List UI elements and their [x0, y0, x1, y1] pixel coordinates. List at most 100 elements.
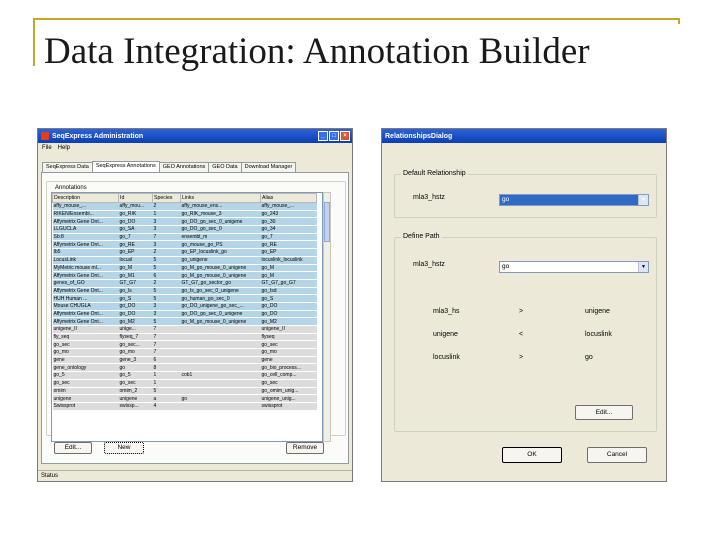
table-row[interactable]: RIKEN/Ensembl... go_RIK 1 go_RIK_mouse_3 go_… — [52, 210, 317, 219]
cell-links: go_RIK_mouse_3 — [180, 210, 261, 219]
table-row[interactable]: go_sec go_sec 1 go_sec — [52, 379, 317, 388]
remove-button[interactable]: Remove — [286, 442, 324, 454]
new-button[interactable]: New — [104, 442, 144, 454]
cell-description: LocusLink — [52, 256, 119, 265]
cell-species: 4 — [152, 402, 181, 411]
table-row[interactable]: go_5 go_5 1 cob1 go_cell_comp... — [52, 371, 317, 380]
table-row[interactable]: LLGUCLA go_SA 3 go_DO_go_sec_0 go_34 — [52, 225, 317, 234]
cell-links — [180, 387, 261, 396]
table-row[interactable]: Affymetrix Gene Ont... go_DO 3 go_DO_go_sec… — [52, 310, 317, 319]
path-edit-button[interactable]: Edit... — [575, 405, 633, 420]
cell-links: go_M_go_mouse_0_unigene — [180, 264, 261, 273]
cell-links — [180, 340, 261, 350]
status-bar: Status — [38, 470, 352, 481]
cell-links: affy_mouse_ens... — [180, 202, 261, 211]
table-scrollbar[interactable] — [323, 192, 331, 442]
minimize-icon[interactable]: _ — [318, 131, 328, 141]
cell-id: go_DO — [118, 310, 153, 319]
cell-species: 6 — [152, 271, 181, 280]
cell-alias: go_M — [260, 271, 317, 280]
cell-species: 3 — [152, 217, 181, 227]
cell-species: a — [152, 394, 181, 403]
scrollbar-thumb[interactable] — [324, 202, 330, 242]
menu-help[interactable]: Help — [58, 145, 70, 151]
default-relationship-select[interactable]: go ▼ — [499, 194, 649, 206]
cell-links: go_DO_go_sec_0_unigene — [180, 217, 261, 227]
chevron-down-icon[interactable]: ▼ — [638, 262, 648, 272]
column-header-description[interactable]: Description — [52, 193, 119, 203]
cell-description: go_sec — [52, 340, 119, 350]
menu-file[interactable]: File — [42, 145, 52, 151]
tab-seqexpress-data[interactable]: SeqExpress Data — [42, 162, 93, 172]
table-row[interactable]: HUH Human ... go_S 5 go_human_go_sec_0 go_S — [52, 294, 317, 303]
define-path-select[interactable]: go ▼ — [499, 261, 649, 273]
cell-species: 8 — [152, 363, 181, 373]
table-row[interactable]: unigene unigene a go unigene_unig... — [52, 394, 317, 403]
cell-alias: go_DO — [260, 310, 317, 319]
cell-description: gene_ontology — [52, 363, 119, 373]
chevron-down-icon[interactable]: ▼ — [638, 195, 648, 205]
cancel-button[interactable]: Cancel — [587, 447, 647, 463]
cell-links: go_M_go_mouse_0_unigene — [180, 271, 261, 280]
table-row[interactable]: go_mo go_mo 7 go_mo — [52, 348, 317, 357]
table-row[interactable]: Affymetrix Gene Ont... go_M2 5 go_M_go_mous… — [52, 317, 317, 326]
cell-alias: swissprot — [260, 402, 317, 411]
cell-links — [180, 325, 261, 334]
admin-titlebar[interactable]: SeqExpress Administration _ □ × — [38, 129, 352, 143]
table-row[interactable]: fly_seq flyseq_7 7 flyseq — [52, 333, 317, 342]
table-row[interactable]: Ib5 go_EP 2 go_EP_locuslink_go go_EP — [52, 248, 317, 257]
admin-window: SeqExpress Administration _ □ × File Hel… — [37, 128, 353, 482]
table-row[interactable]: Sb:8 go_7 7 ensembl_m go_7 — [52, 233, 317, 242]
tab-geo-data[interactable]: GEO Data — [208, 162, 242, 172]
dialog-title: RelationshipsDialog — [385, 132, 453, 140]
table-row[interactable]: affy_mouse_... affy_mou... 2 affy_mouse_ens… — [52, 202, 317, 211]
table-row[interactable]: Affymetrix Gene Ont... go_M1 6 go_M_go_mous… — [52, 271, 317, 280]
table-row[interactable]: LocusLink locusl 5 go_unigene locuslink_locu… — [52, 256, 317, 265]
table-row[interactable]: genes_of_GO GT_G7 2 GT_G7_go_sector_go GT_G7… — [52, 279, 317, 288]
cell-id: go_M2 — [118, 317, 153, 326]
cell-links: go_unigene — [180, 256, 261, 265]
admin-window-title: SeqExpress Administration — [52, 132, 144, 140]
path-row-1-from: mla3_hs — [433, 308, 460, 315]
table-row[interactable]: Affymetrix Gene Ont... go_DO 3 go_DO_go_sec… — [52, 217, 317, 227]
tab-strip: SeqExpress Data SeqExpress Annotations G… — [42, 161, 297, 172]
cell-description: Affymetrix Gene Ont... — [52, 217, 119, 227]
column-header-alias[interactable]: Alias — [260, 193, 317, 203]
cell-alias: flyseq — [260, 333, 317, 342]
table-row[interactable]: gene gene_3 6 gene — [52, 356, 317, 365]
table-row[interactable]: Affymetrix Gene Ont... go_Is 5 go_Is_go_sec… — [52, 287, 317, 296]
cell-id: go_S — [118, 294, 153, 303]
edit-button[interactable]: Edit... — [54, 442, 92, 454]
cell-description: genes_of_GO — [52, 279, 119, 288]
path-row-2-to: locuslink — [585, 331, 612, 338]
cell-alias: go_EP — [260, 248, 317, 257]
maximize-icon[interactable]: □ — [329, 131, 339, 141]
cell-description: Swissprot — [52, 402, 119, 411]
dialog-titlebar[interactable]: RelationshipsDialog — [382, 129, 666, 143]
table-row[interactable]: Mouse CHUGLA go_DO 3 go_DO_unigene_go_sec_.… — [52, 302, 317, 311]
cell-links: go_Is_go_sec_0_unigene — [180, 287, 261, 296]
tab-seqexpress-annotations[interactable]: SeqExpress Annotations — [91, 161, 160, 172]
cell-links: go_DO_unigene_go_sec_... — [180, 302, 261, 311]
cell-species: 3 — [152, 240, 181, 250]
table-row[interactable]: Swissprot swissp... 4 swissprot — [52, 402, 317, 411]
tab-download-manager[interactable]: Download Manager — [240, 162, 297, 172]
table-row[interactable]: MyMetric mouse ml... go_M 5 go_M_go_mouse_0… — [52, 264, 317, 273]
cell-alias: GT_G7_go_G7 — [260, 279, 317, 288]
table-row[interactable]: Affymetrix Gene Ont... go_RE 3 go_mouse_go_… — [52, 240, 317, 250]
cell-links — [180, 333, 261, 342]
table-row[interactable]: gene_ontology go 8 go_bio_process... — [52, 363, 317, 373]
column-header-links[interactable]: Links — [180, 193, 261, 203]
cell-id: unigene — [118, 394, 153, 403]
column-header-species[interactable]: Species — [152, 193, 181, 203]
column-header-id[interactable]: Id — [118, 193, 153, 203]
table-row[interactable]: unigene_II unige... 7 unigene_II — [52, 325, 317, 334]
ok-button[interactable]: OK — [502, 447, 562, 463]
table-row[interactable]: omim omim_2 5 go_omim_unig... — [52, 387, 317, 396]
table-row[interactable]: go_sec go_sec... 7 go_sec — [52, 340, 317, 350]
cell-links: GT_G7_go_sector_go — [180, 279, 261, 288]
cell-species: 5 — [152, 317, 181, 326]
tab-geo-annotations[interactable]: GEO Annotations — [158, 162, 210, 172]
path-row-2-op: < — [519, 331, 524, 338]
close-icon[interactable]: × — [340, 131, 350, 141]
